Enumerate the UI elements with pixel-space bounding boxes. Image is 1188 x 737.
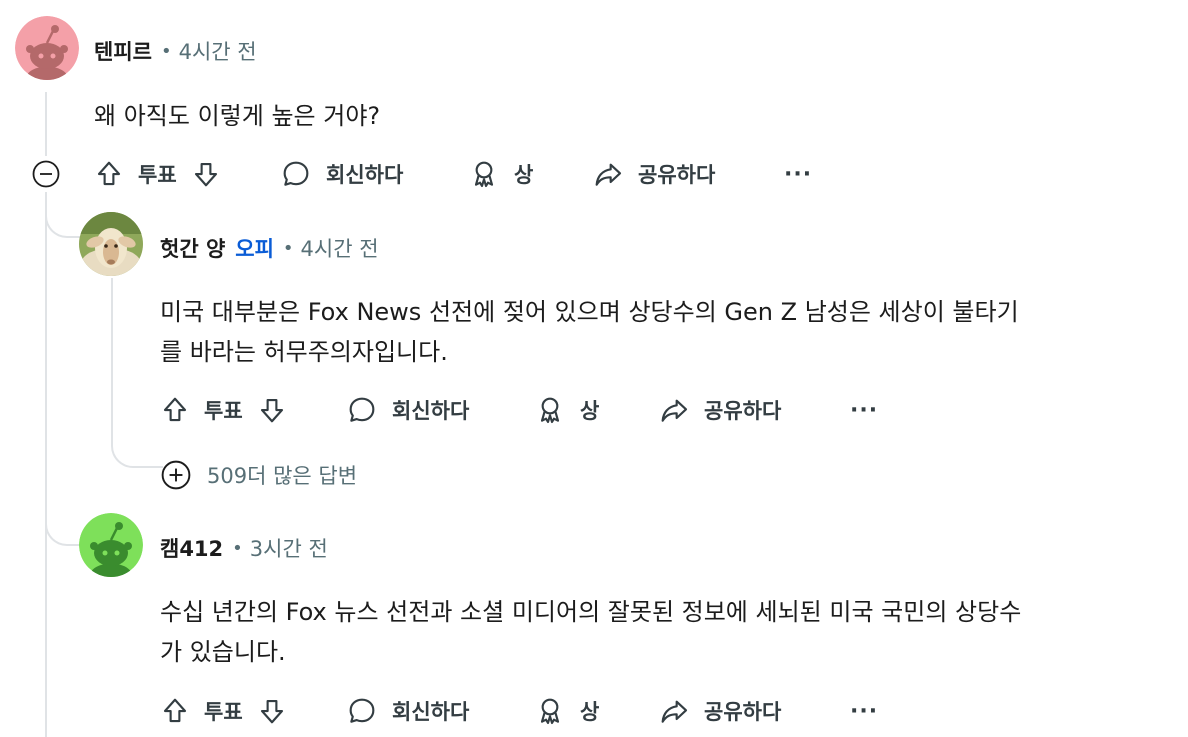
comment-author[interactable]: 텐피르 [94,36,152,66]
comment-meta: 텐피르 • 4시간 전 [94,36,257,66]
comment-body-line: 를 바라는 허무주의자입니다. [160,338,448,366]
award-button[interactable]: 상 [534,390,599,430]
award-label: 상 [514,163,534,187]
upvote-button[interactable] [94,159,124,189]
separator-dot: • [160,40,172,62]
comment-actions: 투표 회신하다 상 공유하다 ··· [160,390,880,430]
comment-author[interactable]: 헛간 양 [160,233,225,263]
share-label: 공유하다 [638,163,716,187]
share-arrow-icon [661,399,688,422]
comment-timestamp[interactable]: 4시간 전 [301,233,379,263]
avatar[interactable] [15,16,79,80]
reply-label: 회신하다 [392,700,470,724]
arrow-down-icon [260,398,283,423]
award-label: 상 [580,399,600,423]
reply-button[interactable]: 회신하다 [346,691,469,731]
share-button[interactable]: 공유하다 [592,154,715,194]
arrow-down-icon [194,162,217,187]
share-label: 공유하다 [704,399,782,423]
award-button[interactable]: 상 [534,691,599,731]
arrow-down-icon [260,699,283,724]
comment-timestamp[interactable]: 4시간 전 [179,36,257,66]
award-icon [540,397,560,424]
reply-label: 회신하다 [326,163,404,187]
arrow-up-icon [163,397,187,422]
downvote-button[interactable] [257,696,287,726]
more-options-button[interactable]: ··· [850,390,878,430]
thread-branch-1 [45,192,81,238]
award-icon [540,698,560,725]
comment-body: 왜 아직도 이렇게 높은 거야? [94,96,380,136]
comment-body-line: 가 있습니다. [160,638,286,666]
share-arrow-icon [661,700,688,723]
downvote-button[interactable] [257,395,287,425]
speech-bubble-icon [349,397,375,422]
collapse-thread-button[interactable] [32,160,60,188]
arrow-up-icon [97,161,121,186]
more-replies-button[interactable]: 509더 많은 답변 [161,460,357,490]
separator-dot: • [232,537,243,559]
op-badge: 오피 [235,237,274,261]
avatar[interactable] [79,513,143,577]
vote-label: 투표 [204,700,243,724]
more-options-icon: ··· [850,698,879,724]
comment-body: 수십 년간의 Fox 뉴스 선전과 소셜 미디어의 잘못된 정보에 세뇌된 미국… [160,592,1021,672]
vote-label: 투표 [204,399,243,423]
share-button[interactable]: 공유하다 [658,390,781,430]
more-options-button[interactable]: ··· [850,691,878,731]
vote-group: 투표 [160,390,287,430]
avatar[interactable] [79,212,143,276]
award-icon [474,161,494,188]
thread-line-root-lower [45,192,47,737]
more-options-icon: ··· [784,161,813,187]
plus-circle-icon [161,460,191,490]
award-button[interactable]: 상 [468,154,533,194]
upvote-button[interactable] [160,696,190,726]
comment-meta: 캠412 • 3시간 전 [160,533,328,563]
comment-actions: 투표 회신하다 상 공유하다 ··· [94,154,814,194]
thread-line-reply-1 [111,278,113,438]
thread-line-root [45,92,47,156]
minus-circle-icon [32,160,60,188]
comment-body-line: 왜 아직도 이렇게 높은 거야? [94,102,381,130]
comment-meta: 헛간 양 오피 • 4시간 전 [160,233,379,263]
award-label: 상 [580,700,600,724]
speech-bubble-icon [283,161,309,186]
comment-author[interactable]: 캠412 [160,533,223,563]
thread-branch-2 [45,500,81,546]
reply-button[interactable]: 회신하다 [280,154,403,194]
comment-actions: 투표 회신하다 상 공유하다 ··· [160,691,880,731]
comment-body: 미국 대부분은 Fox News 선전에 젖어 있으며 상당수의 Gen Z 남… [160,292,1019,372]
arrow-up-icon [163,698,187,723]
share-arrow-icon [595,163,622,186]
reply-button[interactable]: 회신하다 [346,390,469,430]
reply-label: 회신하다 [392,399,470,423]
speech-bubble-icon [349,698,375,723]
more-options-button[interactable]: ··· [784,154,812,194]
vote-group: 투표 [94,154,221,194]
vote-group: 투표 [160,691,287,731]
more-replies-label: 509더 많은 답변 [207,464,358,488]
downvote-button[interactable] [191,159,221,189]
share-label: 공유하다 [704,700,782,724]
upvote-button[interactable] [160,395,190,425]
vote-label: 투표 [138,163,177,187]
comment-body-line: 수십 년간의 Fox 뉴스 선전과 소셜 미디어의 잘못된 정보에 세뇌된 미국… [160,598,1022,626]
separator-dot: • [282,237,294,259]
more-options-icon: ··· [850,397,879,423]
thread-branch-more [111,420,163,468]
share-button[interactable]: 공유하다 [658,691,781,731]
comment-body-line: 미국 대부분은 Fox News 선전에 젖어 있으며 상당수의 Gen Z 남… [160,298,1019,326]
comment-timestamp[interactable]: 3시간 전 [250,533,328,563]
